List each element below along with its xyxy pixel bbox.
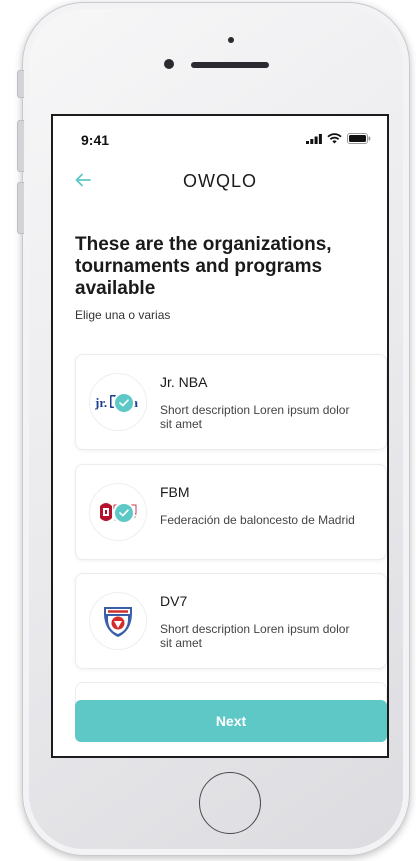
organization-card-jr-nba[interactable]: jr. nba Jr. NBA Short description Loren … [75, 354, 387, 450]
check-icon [119, 509, 129, 517]
cellular-signal-icon [306, 133, 322, 144]
dv7-shield-logo-icon [104, 607, 132, 637]
selected-check-badge [113, 502, 135, 524]
status-icons [306, 133, 371, 144]
phone-home-button [199, 772, 261, 834]
nav-bar: OWQLO [53, 164, 387, 200]
phone-camera [164, 59, 174, 69]
status-time: 9:41 [81, 132, 110, 148]
check-icon [119, 399, 129, 407]
app-screen: 9:41 OWQLO These are the organizations, … [51, 114, 389, 758]
phone-silent-switch [17, 70, 24, 98]
status-bar: 9:41 [53, 116, 387, 156]
organization-description: Short description Loren ipsum dolor sit … [160, 403, 350, 431]
selected-check-badge [113, 392, 135, 414]
organization-card-fbm[interactable]: FBM FBM Federación de baloncesto de Madr… [75, 464, 387, 560]
organization-description: Short description Loren ipsum dolor sit … [160, 622, 350, 650]
organization-name: DV7 [160, 593, 188, 609]
organization-logo [89, 592, 147, 650]
organization-description: Federación de baloncesto de Madrid [160, 513, 355, 527]
organization-name: Jr. NBA [160, 374, 208, 390]
page-subtitle: Elige una o varias [75, 308, 171, 322]
phone-volume-down-button [17, 182, 24, 234]
svg-text:jr.: jr. [95, 395, 107, 410]
brand-logo: OWQLO [182, 171, 257, 191]
organization-name: FBM [160, 484, 190, 500]
wifi-icon [327, 133, 342, 144]
phone-speaker [191, 62, 269, 68]
organization-card-dv7[interactable]: DV7 Short description Loren ipsum dolor … [75, 573, 387, 669]
phone-volume-up-button [17, 120, 24, 172]
battery-icon [347, 133, 371, 144]
phone-sensor [228, 37, 234, 43]
page-title: These are the organizations, tournaments… [75, 234, 332, 299]
next-button[interactable]: Next [75, 700, 387, 742]
